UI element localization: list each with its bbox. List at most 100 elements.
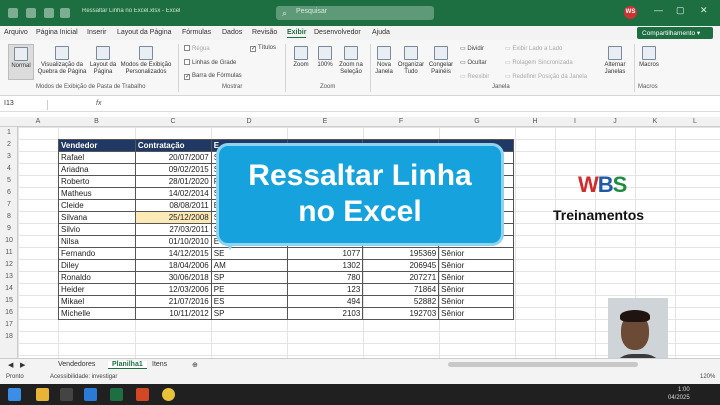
column-header[interactable]: J (595, 117, 635, 127)
avatar[interactable]: WS (624, 6, 637, 19)
system-clock[interactable]: 1:00 04/2025 (668, 386, 690, 402)
column-header[interactable]: H (515, 117, 555, 127)
chrome-icon[interactable] (162, 388, 175, 401)
maximize-icon[interactable]: ▢ (676, 5, 685, 16)
table-cell[interactable]: Michelle (58, 307, 136, 320)
zoom-level[interactable]: 120% (700, 374, 715, 380)
table-cell[interactable]: 01/10/2010 (134, 235, 212, 248)
row-header[interactable]: 4 (0, 163, 18, 175)
formula-bar-checkbox[interactable]: ✓ Barra de Fórmulas (184, 73, 242, 80)
row-header[interactable]: 18 (0, 331, 18, 343)
table-cell[interactable]: 207271 (362, 271, 440, 284)
table-cell[interactable]: 1077 (286, 247, 364, 260)
row-header[interactable]: 17 (0, 319, 18, 331)
zoom-selection-button[interactable]: Zoom na Seleção (337, 44, 365, 80)
next-sheet-icon[interactable]: ▶ (20, 361, 25, 369)
autosave-icon[interactable] (8, 8, 18, 18)
row-header[interactable]: 10 (0, 235, 18, 247)
table-cell[interactable]: Sênior (438, 271, 514, 284)
table-cell[interactable]: Sênior (438, 283, 514, 296)
table-cell[interactable]: 192703 (362, 307, 440, 320)
table-cell[interactable]: 27/03/2011 (134, 223, 212, 236)
table-cell[interactable]: SP (210, 307, 288, 320)
column-header[interactable]: E (287, 117, 363, 127)
column-header[interactable]: A (18, 117, 58, 127)
table-cell[interactable]: 20/07/2007 (134, 151, 212, 164)
tab-dados[interactable]: Dados (222, 29, 242, 36)
split-button[interactable]: ▭ Dividir (460, 45, 484, 52)
table-cell[interactable]: Cleide (58, 199, 136, 212)
tab-inserir[interactable]: Inserir (87, 29, 106, 36)
table-cell[interactable]: 12/03/2006 (134, 283, 212, 296)
tab-revisao[interactable]: Revisão (252, 29, 277, 36)
sheet-tab-vendedores[interactable]: Vendedores (58, 361, 95, 368)
table-cell[interactable]: 08/08/2011 (134, 199, 212, 212)
horizontal-scrollbar[interactable] (448, 362, 638, 367)
close-icon[interactable]: ✕ (700, 5, 708, 16)
table-cell[interactable]: 14/12/2015 (134, 247, 212, 260)
table-cell[interactable]: Nilsa (58, 235, 136, 248)
table-cell[interactable]: 09/02/2015 (134, 163, 212, 176)
table-cell[interactable]: 21/07/2016 (134, 295, 212, 308)
unhide-button[interactable]: ▭ Reexibir (460, 73, 489, 80)
table-cell[interactable]: 2103 (286, 307, 364, 320)
arrange-all-button[interactable]: Organizar Tudo (397, 44, 425, 80)
table-cell[interactable]: 25/12/2008 (134, 211, 212, 224)
redo-icon[interactable] (60, 8, 70, 18)
table-cell[interactable]: 1302 (286, 259, 364, 272)
headings-checkbox[interactable]: ✓ Títulos (250, 45, 276, 52)
table-cell[interactable]: 14/02/2014 (134, 187, 212, 200)
table-cell[interactable]: Sênior (438, 307, 514, 320)
table-cell[interactable]: 123 (286, 283, 364, 296)
table-cell[interactable]: SP (210, 271, 288, 284)
table-cell[interactable]: 28/01/2020 (134, 175, 212, 188)
new-window-button[interactable]: Nova Janela (373, 44, 395, 80)
column-header[interactable]: L (675, 117, 715, 127)
row-header[interactable]: 15 (0, 295, 18, 307)
table-cell[interactable]: Fernando (58, 247, 136, 260)
zoom-100-button[interactable]: 100% (314, 44, 336, 80)
table-cell[interactable]: 30/06/2018 (134, 271, 212, 284)
accessibility-status[interactable]: Acessibilidade: investigar (50, 374, 117, 380)
windows-start-icon[interactable] (8, 388, 21, 401)
row-header[interactable]: 16 (0, 307, 18, 319)
row-header[interactable]: 7 (0, 199, 18, 211)
table-cell[interactable]: Sênior (438, 295, 514, 308)
table-cell[interactable]: ES (210, 295, 288, 308)
sheet-tab-planilha1[interactable]: Planilha1 (108, 361, 147, 369)
table-cell[interactable]: 780 (286, 271, 364, 284)
search-input[interactable]: ⌕ Pesquisar (276, 6, 434, 20)
table-cell[interactable]: 206945 (362, 259, 440, 272)
row-header[interactable]: 1 (0, 127, 18, 139)
custom-views-button[interactable]: Modos de Exibição Personalizados (119, 44, 173, 80)
switch-windows-button[interactable]: Alternar Janelas (600, 44, 630, 80)
table-cell[interactable]: Mikael (58, 295, 136, 308)
row-header[interactable]: 6 (0, 187, 18, 199)
table-cell[interactable]: AM (210, 259, 288, 272)
column-header[interactable]: I (555, 117, 595, 127)
side-by-side-button[interactable]: ▭ Exibir Lado a Lado (505, 45, 562, 52)
gridlines-checkbox[interactable]: Linhas de Grade (184, 59, 236, 66)
file-explorer-icon[interactable] (36, 388, 49, 401)
share-button[interactable]: Compartilhamento ▾ (637, 27, 713, 39)
table-cell[interactable]: Rafael (58, 151, 136, 164)
page-layout-button[interactable]: Layout da Página (88, 44, 118, 80)
header-contratacao[interactable]: Contratação (134, 139, 212, 152)
sheet-tab-itens[interactable]: Itens (152, 361, 167, 368)
fx-icon[interactable]: fx (96, 100, 101, 107)
freeze-panes-button[interactable]: Congelar Painéis (426, 44, 456, 80)
header-vendedor[interactable]: Vendedor (58, 139, 136, 152)
table-cell[interactable]: Diley (58, 259, 136, 272)
table-cell[interactable]: Silvana (58, 211, 136, 224)
powerpoint-icon[interactable] (136, 388, 149, 401)
undo-icon[interactable] (44, 8, 54, 18)
table-cell[interactable]: 71864 (362, 283, 440, 296)
table-cell[interactable]: Sênior (438, 259, 514, 272)
table-cell[interactable]: 52882 (362, 295, 440, 308)
column-header[interactable]: F (363, 117, 439, 127)
tab-formulas[interactable]: Fórmulas (182, 29, 211, 36)
hide-button[interactable]: ▭ Ocultar (460, 59, 487, 66)
table-cell[interactable]: Silvio (58, 223, 136, 236)
tab-arquivo[interactable]: Arquivo (4, 29, 28, 36)
table-cell[interactable]: Roberto (58, 175, 136, 188)
